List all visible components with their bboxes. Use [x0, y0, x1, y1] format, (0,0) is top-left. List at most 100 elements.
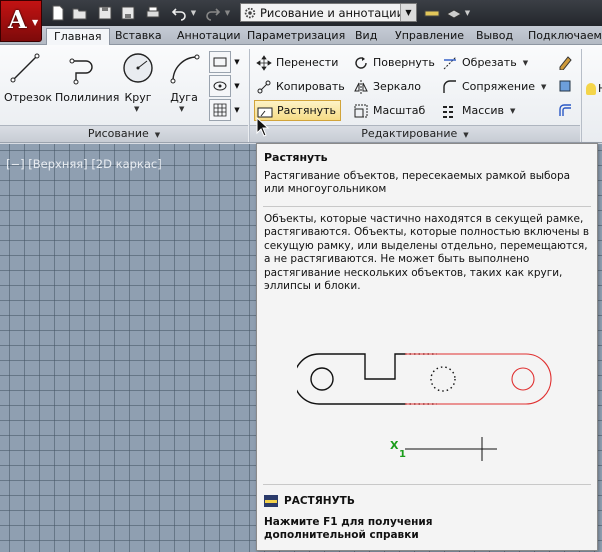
save-as-icon[interactable] [119, 4, 136, 21]
workspace-select[interactable]: Рисование и аннотации ▼ [240, 3, 417, 22]
new-file-icon[interactable] [49, 4, 66, 21]
draw-group-label: Рисование [87, 127, 149, 140]
move-button[interactable]: Перенести [256, 52, 338, 73]
ribbon-tabs: Главная Вставка Аннотации Параметризация… [0, 26, 602, 45]
circle-tool[interactable]: Круг ▼ [118, 51, 158, 113]
tab-manage[interactable]: Управление [388, 28, 471, 45]
tab-home[interactable]: Главная [46, 28, 110, 45]
annotation-partial-label: Не [598, 82, 602, 95]
hatch-icon[interactable] [209, 75, 231, 97]
tab-view[interactable]: Вид [348, 28, 384, 45]
modify-group-label: Редактирование [361, 127, 458, 140]
arc-tool[interactable]: Дуга ▼ [168, 51, 202, 113]
tab-plugins[interactable]: Подключаемы [521, 28, 602, 45]
chevron-down-icon[interactable]: ▼ [232, 75, 242, 97]
array-button[interactable]: Массив ▼ [442, 100, 515, 121]
grid-hatch-icon[interactable] [209, 99, 231, 121]
annotation-partial[interactable]: Не [586, 78, 602, 99]
chevron-down-icon[interactable]: ▼ [179, 105, 184, 113]
offset-icon[interactable] [554, 99, 576, 121]
undo-dropdown-icon[interactable]: ▼ [189, 4, 198, 21]
scale-icon [354, 104, 368, 117]
quick-access-toolbar: ▼ ▼ Рисование и аннотации ▼ ▼ [0, 0, 602, 26]
redo-icon[interactable] [204, 4, 221, 21]
tooltip-title: Растянуть [264, 151, 328, 164]
circle-icon [121, 51, 155, 85]
chevron-down-icon[interactable]: ▼ [523, 59, 528, 67]
line-icon [8, 51, 42, 85]
tab-parametric[interactable]: Параметризация [240, 28, 352, 45]
chevron-down-icon[interactable]: ▼ [134, 105, 139, 113]
chevron-down-icon[interactable]: ▼ [232, 99, 242, 121]
tooltip-divider [263, 484, 591, 485]
chevron-down-icon[interactable]: ▼ [400, 4, 416, 21]
command-line-icon [264, 495, 278, 507]
rotate-button[interactable]: Повернуть [353, 52, 435, 73]
gear-icon [244, 7, 256, 18]
stretch-label: Растянуть [277, 104, 337, 117]
qat-dropdown-icon[interactable]: ▼ [463, 4, 472, 21]
line-label: Отрезок [4, 91, 53, 104]
line-tool[interactable]: Отрезок [4, 51, 53, 104]
erase-icon[interactable] [554, 51, 576, 73]
copy-icon [257, 80, 271, 93]
stretch-illustration [297, 353, 552, 461]
copy-button[interactable]: Копировать [256, 76, 345, 97]
move-icon [256, 54, 272, 71]
polyline-icon [67, 51, 101, 85]
fillet-label: Сопряжение [462, 80, 535, 93]
rectangle-icon[interactable] [209, 51, 231, 73]
move-label: Перенести [276, 56, 339, 69]
mirror-label: Зеркало [373, 80, 421, 93]
mirror-icon [354, 79, 368, 94]
stretch-tooltip: Растянуть Растягивание объектов, пересек… [256, 143, 598, 551]
workspace-label: Рисование и аннотации [260, 5, 405, 20]
trim-label: Обрезать [462, 56, 517, 69]
tooltip-command: РАСТЯНУТЬ [264, 494, 355, 508]
fillet-button[interactable]: Сопряжение ▼ [442, 76, 546, 97]
chevron-down-icon[interactable]: ▼ [232, 51, 242, 73]
array-label: Массив [462, 104, 504, 117]
chevron-down-icon: ▼ [32, 18, 39, 27]
circle-label: Круг [124, 91, 152, 104]
chevron-down-icon: ▼ [154, 131, 161, 139]
save-icon[interactable] [96, 4, 113, 21]
polyline-label: Полилиния [55, 91, 120, 104]
chevron-down-icon[interactable]: ▼ [541, 83, 546, 91]
viewport-controls-label[interactable]: [−] [Верхняя] [2D каркас] [6, 157, 162, 171]
chevron-down-icon[interactable]: ▼ [510, 107, 515, 115]
array-icon [443, 105, 453, 118]
explode-icon[interactable] [554, 75, 576, 97]
arc-icon [168, 51, 202, 85]
ribbon-panel: Отрезок Полилиния Круг ▼ Дуга ▼ ▼ ▼ ▼ Ри… [0, 45, 602, 143]
measure-icon[interactable] [423, 4, 440, 21]
mirror-button[interactable]: Зеркало [353, 76, 421, 97]
chevron-down-icon: ▼ [463, 131, 469, 139]
tooltip-command-name: РАСТЯНУТЬ [284, 495, 355, 507]
tooltip-description: Объекты, которые частично находятся в се… [264, 213, 590, 293]
tooltip-help: Нажмите F1 для получения дополнительной … [264, 516, 433, 541]
draw-panel-title[interactable]: Рисование ▼ [0, 125, 248, 142]
undo-icon[interactable] [170, 4, 187, 21]
modify-panel-title[interactable]: Редактирование ▼ [250, 125, 580, 142]
arc-label: Дуга [170, 91, 198, 104]
mouse-cursor-icon [256, 117, 270, 137]
panel-divider [581, 49, 582, 142]
trim-icon [443, 56, 457, 69]
print-icon[interactable] [144, 4, 161, 21]
trim-button[interactable]: Обрезать ▼ [442, 52, 528, 73]
layer-icon[interactable] [445, 4, 462, 21]
scale-label: Масштаб [373, 104, 426, 117]
application-menu-button[interactable]: A ▼ [0, 0, 42, 42]
polyline-tool[interactable]: Полилиния [55, 51, 120, 104]
axis-subscript: 1 [399, 449, 406, 460]
scale-button[interactable]: Масштаб [353, 100, 425, 121]
tab-annotate[interactable]: Аннотации [170, 28, 248, 45]
tab-output[interactable]: Вывод [469, 28, 520, 45]
open-folder-icon[interactable] [71, 4, 88, 21]
redo-dropdown-icon[interactable]: ▼ [223, 4, 232, 21]
rotate-label: Повернуть [373, 56, 435, 69]
axis-x-label: X [390, 439, 399, 452]
tab-insert[interactable]: Вставка [108, 28, 169, 45]
tooltip-summary: Растягивание объектов, пересекаемых рамк… [264, 170, 571, 195]
